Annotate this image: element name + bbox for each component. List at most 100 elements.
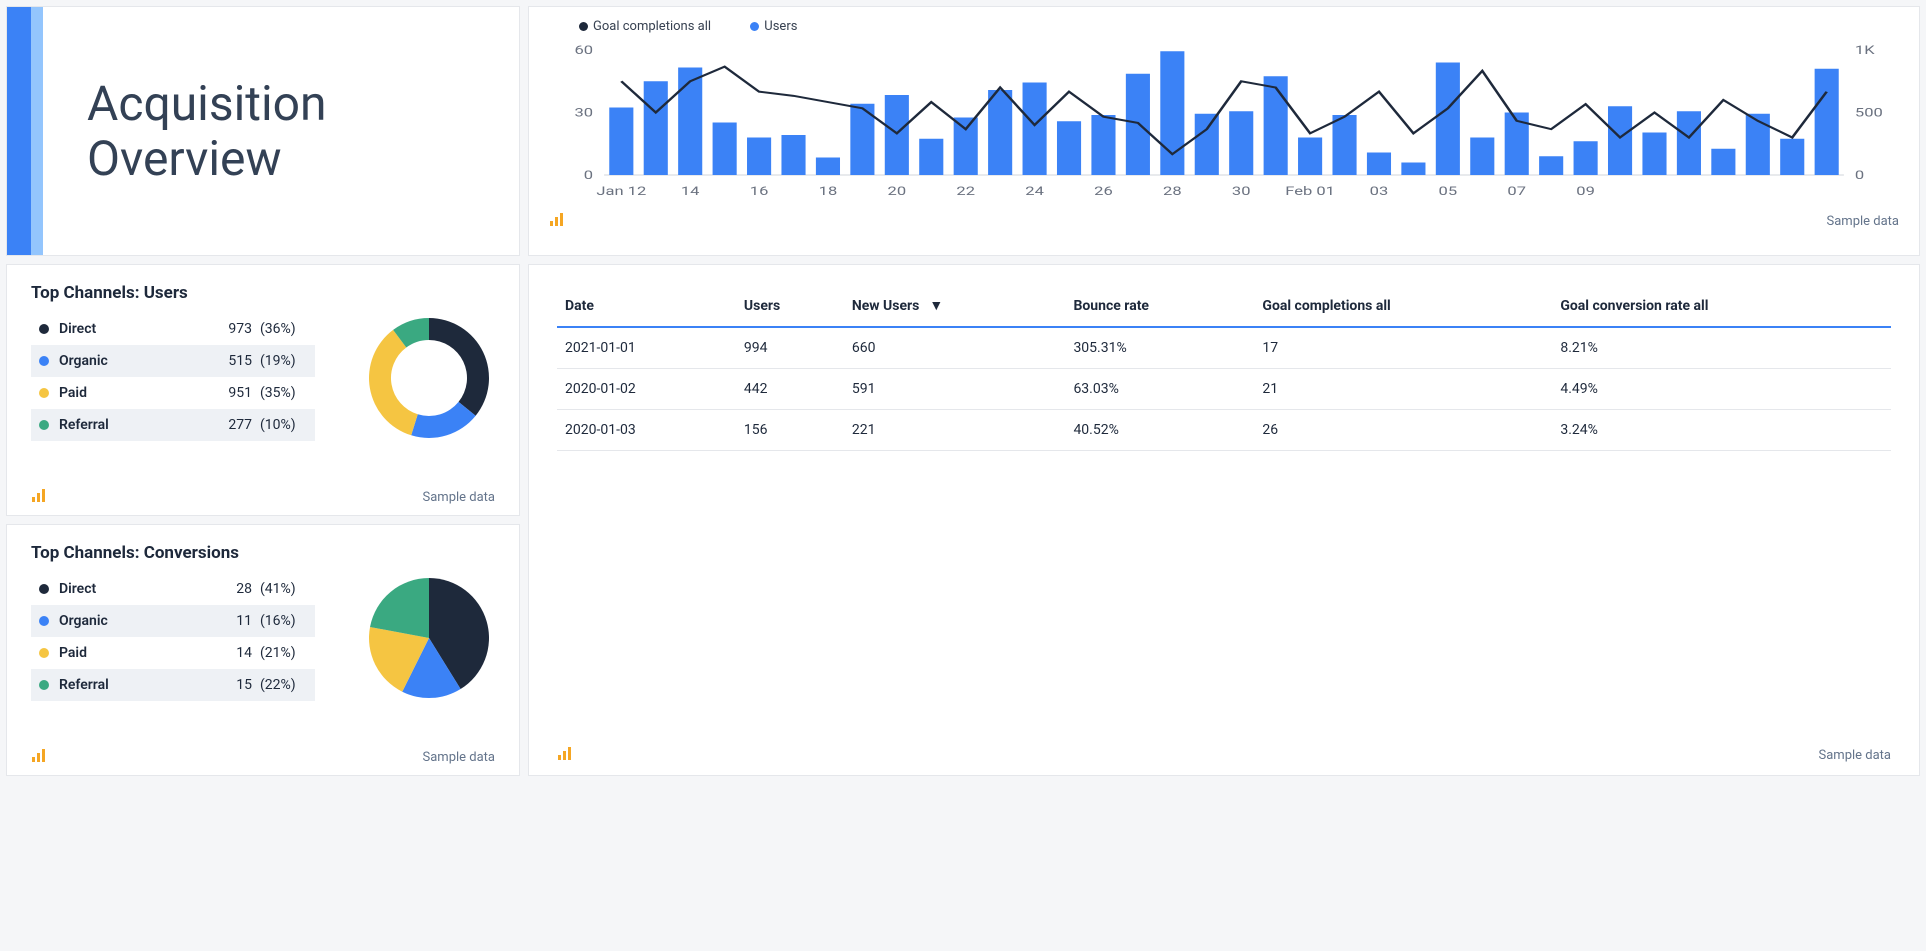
table-cell: 8.21% (1552, 327, 1891, 369)
table-header[interactable]: Users (736, 287, 844, 327)
table-row[interactable]: 2021-01-01994660305.31%178.21% (557, 327, 1891, 369)
legend-dot (39, 584, 49, 594)
legend-conversions: Direct 28 (41%) Organic 11 (16%) Paid 14… (7, 573, 339, 701)
data-table: DateUsersNew Users▼Bounce rateGoal compl… (557, 287, 1891, 451)
svg-text:Jan 12: Jan 12 (596, 184, 646, 198)
table-cell: 17 (1254, 327, 1552, 369)
legend-pct: (10%) (252, 417, 307, 433)
svg-text:26: 26 (1094, 184, 1113, 198)
svg-text:0: 0 (1855, 168, 1864, 182)
table-row[interactable]: 2020-01-0315622140.52%263.24% (557, 410, 1891, 451)
legend-pct: (19%) (252, 353, 307, 369)
svg-text:22: 22 (956, 184, 975, 198)
legend-label: Paid (59, 385, 202, 401)
table-header[interactable]: Date (557, 287, 736, 327)
table-cell: 994 (736, 327, 844, 369)
sample-data-label: Sample data (423, 490, 496, 505)
legend-value: 11 (202, 613, 252, 629)
data-table-panel: DateUsersNew Users▼Bounce rateGoal compl… (528, 264, 1920, 776)
table-cell: 221 (844, 410, 1066, 451)
legend-label: Organic (59, 353, 202, 369)
legend-row: Direct 973 (36%) (31, 313, 315, 345)
analytics-icon (557, 745, 573, 765)
top-channels-users-panel: Top Channels: Users Direct 973 (36%) Org… (6, 264, 520, 516)
table-cell: 21 (1254, 369, 1552, 410)
table-header[interactable]: Bounce rate (1065, 287, 1254, 327)
legend-pct: (22%) (252, 677, 307, 693)
svg-text:24: 24 (1025, 184, 1044, 198)
donut-users (339, 313, 519, 443)
legend-value: 28 (202, 581, 252, 597)
table-cell: 305.31% (1065, 327, 1254, 369)
svg-text:30: 30 (575, 106, 594, 120)
title-stripe-light (31, 7, 43, 255)
analytics-icon (31, 487, 47, 507)
title-stripe-dark (7, 7, 31, 255)
legend-users: Direct 973 (36%) Organic 515 (19%) Paid … (7, 313, 339, 441)
legend-dot (39, 324, 49, 334)
table-header[interactable]: Goal conversion rate all (1552, 287, 1891, 327)
table-cell: 591 (844, 369, 1066, 410)
svg-text:16: 16 (750, 184, 769, 198)
card-title-users: Top Channels: Users (7, 265, 519, 313)
legend-value: 277 (202, 417, 252, 433)
sample-data-label: Sample data (423, 750, 496, 765)
legend-label: Organic (59, 613, 202, 629)
legend-dot (39, 420, 49, 430)
legend-pct: (21%) (252, 645, 307, 661)
legend-row: Referral 277 (10%) (31, 409, 315, 441)
svg-text:28: 28 (1163, 184, 1182, 198)
table-row[interactable]: 2020-01-0244259163.03%214.49% (557, 369, 1891, 410)
table-cell: 3.24% (1552, 410, 1891, 451)
table-cell: 2020-01-03 (557, 410, 736, 451)
sample-data-label: Sample data (1827, 214, 1900, 229)
legend-value: 973 (202, 321, 252, 337)
legend-row: Paid 14 (21%) (31, 637, 315, 669)
legend-label: Direct (59, 321, 202, 337)
table-cell: 2021-01-01 (557, 327, 736, 369)
legend-row: Organic 11 (16%) (31, 605, 315, 637)
table-cell: 2020-01-02 (557, 369, 736, 410)
legend-pct: (36%) (252, 321, 307, 337)
legend-value: 515 (202, 353, 252, 369)
svg-text:30: 30 (1232, 184, 1251, 198)
svg-text:20: 20 (888, 184, 907, 198)
legend-label: Referral (59, 417, 202, 433)
svg-text:14: 14 (681, 184, 700, 198)
table-cell: 156 (736, 410, 844, 451)
svg-text:1K: 1K (1855, 43, 1876, 57)
table-header[interactable]: Goal completions all (1254, 287, 1552, 327)
svg-text:03: 03 (1370, 184, 1389, 198)
svg-text:60: 60 (575, 43, 594, 57)
table-header[interactable]: New Users▼ (844, 287, 1066, 327)
analytics-icon (549, 211, 565, 231)
legend-row: Referral 15 (22%) (31, 669, 315, 701)
table-cell: 63.03% (1065, 369, 1254, 410)
legend-value: 15 (202, 677, 252, 693)
table-cell: 4.49% (1552, 369, 1891, 410)
legend-pct: (16%) (252, 613, 307, 629)
legend-label: Direct (59, 581, 202, 597)
analytics-icon (31, 747, 47, 767)
legend-pct: (41%) (252, 581, 307, 597)
table-cell: 442 (736, 369, 844, 410)
svg-text:0: 0 (584, 168, 593, 182)
legend-value: 14 (202, 645, 252, 661)
svg-text:Feb 01: Feb 01 (1285, 184, 1335, 198)
svg-text:07: 07 (1507, 184, 1526, 198)
legend-pct: (35%) (252, 385, 307, 401)
legend-value: 951 (202, 385, 252, 401)
svg-text:500: 500 (1855, 106, 1883, 120)
legend-dot (39, 648, 49, 658)
combo-chart-panel: Goal completions all Users 0306005001KJa… (528, 6, 1920, 256)
svg-text:18: 18 (819, 184, 838, 198)
legend-dot (39, 356, 49, 366)
legend-goal: Goal completions all (593, 19, 711, 34)
page-title: AcquisitionOverview (87, 76, 327, 186)
legend-dot (39, 680, 49, 690)
pie-conversions (339, 573, 519, 703)
legend-dot (39, 616, 49, 626)
sort-desc-icon: ▼ (929, 297, 943, 314)
title-panel: AcquisitionOverview (6, 6, 520, 256)
legend-row: Organic 515 (19%) (31, 345, 315, 377)
